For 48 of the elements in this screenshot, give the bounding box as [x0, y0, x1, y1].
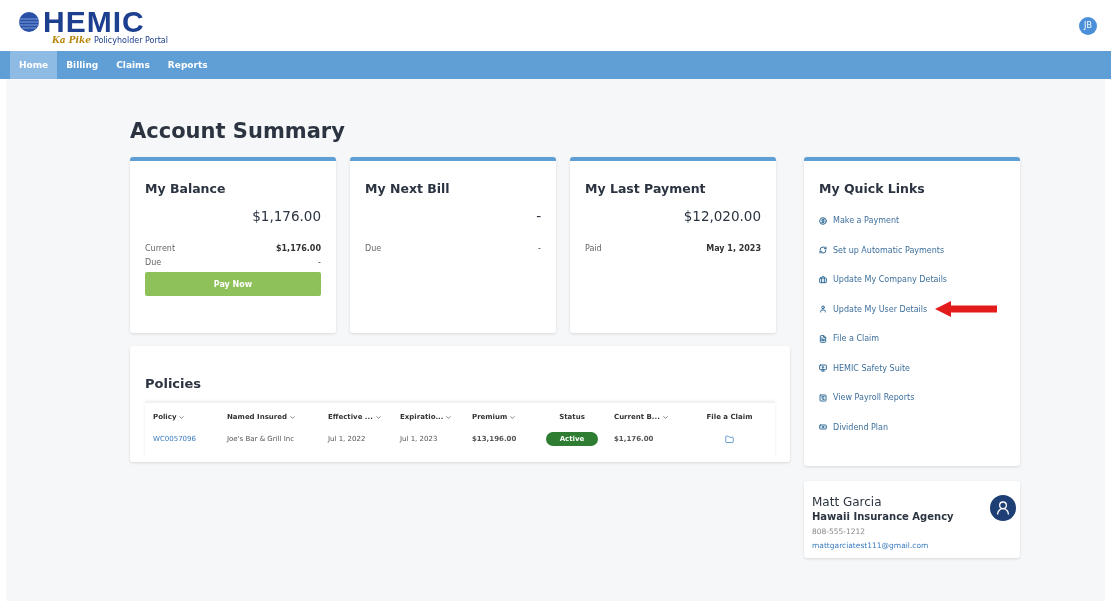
card-title: My Last Payment [585, 181, 707, 196]
page-title: Account Summary [130, 119, 346, 143]
quick-link[interactable]: Set up Automatic Payments [819, 245, 945, 255]
sort-icon [509, 413, 517, 421]
field-label: Due [145, 257, 162, 269]
logo-text: HEMIC [43, 6, 145, 37]
briefcase-icon [819, 275, 827, 284]
card-title: My Next Bill [365, 181, 451, 196]
agency-name: Hawaii Insurance Agency [812, 511, 954, 522]
quick-link[interactable]: Update My Company Details [819, 275, 948, 284]
report-icon [819, 393, 827, 402]
contact-name: Matt Garcia [812, 495, 883, 509]
quick-link[interactable]: File a Claim [819, 334, 880, 343]
sort-icon [661, 413, 669, 421]
field-value: - [318, 257, 321, 269]
field-label: Current [145, 243, 176, 255]
document-icon [819, 334, 827, 343]
amount: - [535, 208, 541, 224]
sort-icon [289, 413, 297, 421]
sort-icon [374, 413, 382, 421]
field-value: $1,176.00 [275, 243, 321, 255]
quick-link[interactable]: HEMIC Safety Suite [819, 363, 911, 373]
field-label: Due [365, 243, 382, 255]
folder-icon[interactable] [725, 434, 734, 444]
card-title: My Balance [145, 181, 227, 196]
card-title: My Quick Links [819, 181, 926, 196]
dollar-circle-icon [819, 216, 827, 225]
banknote-icon [819, 423, 827, 431]
quick-link[interactable]: Make a Payment [819, 216, 900, 225]
user-avatar[interactable]: JB [1079, 16, 1097, 35]
logo-script: Ka Pike [52, 34, 91, 45]
user-icon [819, 305, 827, 313]
person-avatar-icon [990, 495, 1016, 521]
monitor-icon [819, 364, 827, 372]
sort-icon [445, 413, 453, 421]
quick-link[interactable]: Dividend Plan [819, 422, 889, 432]
field-value: May 1, 2023 [706, 243, 761, 255]
field-value: - [538, 243, 541, 255]
quick-link[interactable]: View Payroll Reports [819, 393, 915, 402]
field-label: Paid [585, 243, 602, 255]
refresh-icon [819, 246, 827, 254]
sort-icon [178, 413, 186, 421]
logo-tagline: Policyholder Portal [93, 35, 168, 45]
globe-logo-icon [18, 10, 40, 33]
amount: $1,176.00 [251, 208, 321, 224]
quick-link[interactable]: Update My User Details [819, 304, 928, 314]
amount: $12,020.00 [682, 208, 761, 224]
section-title: Policies [145, 376, 203, 391]
